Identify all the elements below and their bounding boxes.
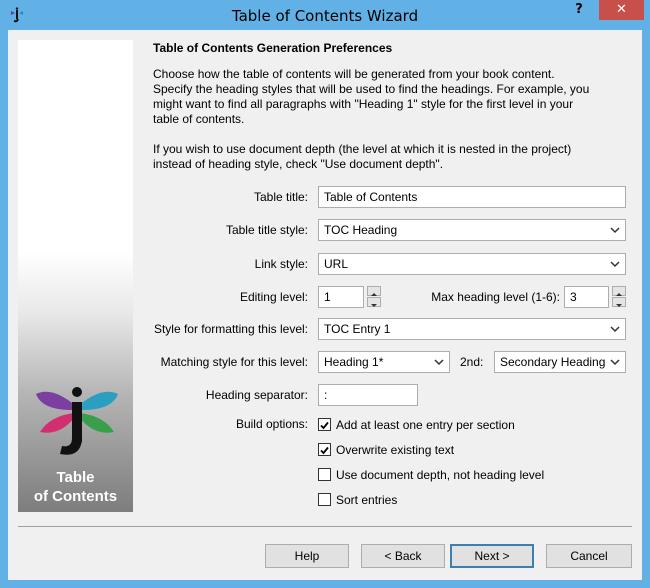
help-button[interactable]: Help	[265, 544, 349, 568]
back-button[interactable]: < Back	[361, 544, 445, 568]
chevron-down-icon	[610, 326, 620, 333]
option-label: Use document depth, not heading level	[336, 468, 545, 482]
editing-level-input[interactable]: 1	[318, 286, 364, 308]
next-button[interactable]: Next >	[450, 544, 534, 568]
dialog-client-area: Table of Contents Table of Contents Gene…	[8, 30, 642, 580]
table-title-style-label: Table title style:	[225, 223, 308, 237]
second-style-label: 2nd:	[460, 355, 484, 369]
description-paragraph-2: If you wish to use document depth (the l…	[153, 142, 572, 171]
option-label: Sort entries	[336, 493, 398, 507]
chevron-down-icon	[434, 359, 444, 366]
max-heading-level-spinner[interactable]	[612, 286, 626, 308]
matching-style-select[interactable]: Heading 1*	[318, 351, 450, 373]
table-title-input[interactable]: Table of Contents	[318, 186, 626, 208]
heading-separator-input[interactable]: :	[318, 384, 418, 406]
table-title-style-value: TOC Heading	[324, 223, 398, 237]
build-options-label: Build options:	[235, 417, 308, 431]
editing-level-label: Editing level:	[239, 290, 308, 304]
matching-style-value: Heading 1*	[324, 355, 384, 369]
max-heading-level-input[interactable]: 3	[564, 286, 609, 308]
link-style-label: Link style:	[254, 257, 308, 271]
close-button[interactable]: ✕	[599, 0, 644, 20]
chevron-down-icon	[610, 261, 620, 268]
title-bar[interactable]: Table of Contents Wizard ? ✕	[0, 0, 650, 30]
dragonfly-logo-icon	[36, 387, 118, 455]
style-formatting-label: Style for formatting this level:	[153, 322, 308, 336]
spin-up-button[interactable]	[367, 286, 381, 296]
second-style-select[interactable]: Secondary Heading	[494, 351, 626, 373]
chevron-down-icon	[610, 359, 620, 366]
footer-divider	[18, 526, 632, 527]
side-caption-line2: of Contents	[33, 488, 118, 505]
page-heading: Table of Contents Generation Preferences	[153, 41, 393, 55]
style-formatting-value: TOC Entry 1	[324, 322, 391, 336]
checkmark-icon	[320, 446, 329, 455]
heading-separator-label: Heading separator:	[205, 388, 308, 402]
window-title: Table of Contents Wizard	[231, 7, 419, 25]
second-style-value: Secondary Heading	[500, 355, 606, 369]
checkbox-checked[interactable]	[318, 418, 331, 431]
spin-down-button[interactable]	[367, 297, 381, 307]
matching-style-label: Matching style for this level:	[160, 355, 308, 369]
checkbox-unchecked[interactable]	[318, 493, 331, 506]
max-heading-level-label: Max heading level (1-6):	[431, 290, 560, 304]
option-label: Overwrite existing text	[336, 443, 455, 457]
title-help-button[interactable]: ?	[566, 1, 592, 21]
checkbox-checked[interactable]	[318, 443, 331, 456]
link-style-value: URL	[324, 257, 349, 271]
side-panel-caption: Table of Contents	[18, 468, 133, 506]
wizard-side-panel: Table of Contents	[18, 40, 133, 512]
cancel-button[interactable]: Cancel	[546, 544, 632, 568]
checkmark-icon	[320, 421, 329, 430]
editing-level-spinner[interactable]	[367, 286, 381, 308]
spin-down-button[interactable]	[612, 297, 626, 307]
wizard-window: Table of Contents Wizard ? ✕ Table of Co…	[0, 0, 650, 588]
side-caption-line1: Table	[56, 469, 95, 486]
arrow-down-icon	[616, 304, 622, 307]
chevron-down-icon	[610, 227, 620, 234]
checkbox-unchecked[interactable]	[318, 468, 331, 481]
spin-up-button[interactable]	[612, 286, 626, 296]
link-style-select[interactable]: URL	[318, 253, 626, 275]
arrow-down-icon	[371, 304, 377, 307]
table-title-label: Table title:	[253, 190, 308, 204]
table-title-style-select[interactable]: TOC Heading	[318, 219, 626, 241]
style-formatting-select[interactable]: TOC Entry 1	[318, 318, 626, 340]
description-paragraph-1: Choose how the table of contents will be…	[153, 67, 590, 126]
option-label: Add at least one entry per section	[336, 418, 515, 432]
